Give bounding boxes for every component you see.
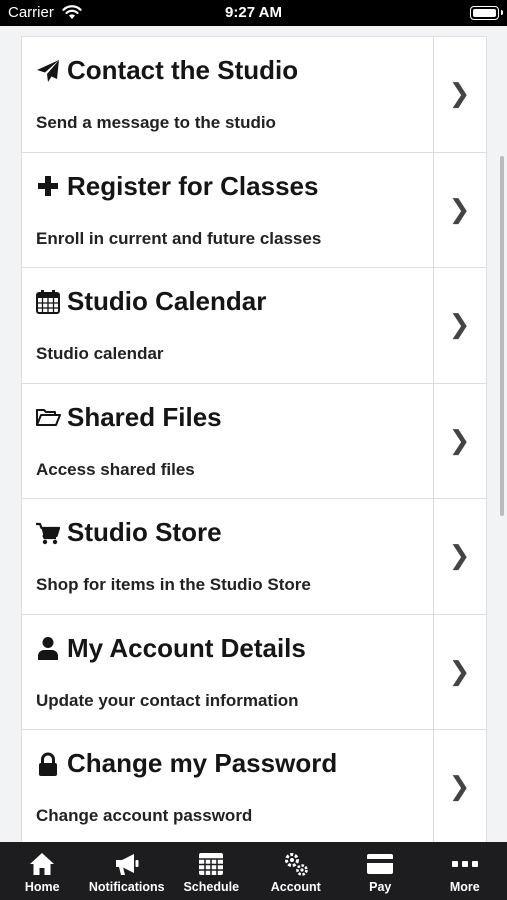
menu-item-studio-calendar[interactable]: Studio Calendar Studio calendar ❯ xyxy=(21,267,487,383)
battery-icon xyxy=(470,6,503,20)
menu-item-title: Contact the Studio xyxy=(67,55,299,85)
tab-label: Account xyxy=(270,880,321,894)
tab-account[interactable]: Account xyxy=(254,842,339,900)
menu-item-register-classes[interactable]: Register for Classes Enroll in current a… xyxy=(21,151,487,268)
menu-item-studio-store[interactable]: Studio Store Shop for items in the Studi… xyxy=(21,498,487,614)
user-icon xyxy=(35,635,61,661)
tab-label: Pay xyxy=(369,880,392,894)
tab-more[interactable]: More xyxy=(423,842,507,900)
tab-label: Home xyxy=(24,880,60,894)
menu-item-title: Change my Password xyxy=(67,748,338,778)
calendar-grid-icon xyxy=(199,853,224,875)
tab-home[interactable]: Home xyxy=(0,842,85,900)
tab-label: Schedule xyxy=(183,880,240,894)
menu-item-title: Studio Calendar xyxy=(67,286,267,316)
chevron-right-icon[interactable]: ❯ xyxy=(433,384,486,499)
tab-label: More xyxy=(449,880,480,894)
menu-item-title: My Account Details xyxy=(67,632,306,663)
lock-icon xyxy=(35,751,61,777)
home-icon xyxy=(30,853,55,875)
chevron-right-icon[interactable]: ❯ xyxy=(433,268,486,383)
main-content: Contact the Studio Send a message to the… xyxy=(0,26,507,842)
menu-item-change-password[interactable]: Change my Password Change account passwo… xyxy=(21,729,487,842)
credit-card-icon xyxy=(367,854,394,874)
tab-bar: Home Notifications Schedule Account Pay xyxy=(0,842,507,900)
chevron-right-icon[interactable]: ❯ xyxy=(433,499,486,614)
ellipsis-icon xyxy=(451,861,478,867)
menu-item-shared-files[interactable]: Shared Files Access shared files ❯ xyxy=(21,382,487,499)
menu-item-title: Register for Classes xyxy=(67,170,319,201)
chevron-right-icon[interactable]: ❯ xyxy=(433,37,486,152)
tab-pay[interactable]: Pay xyxy=(338,842,423,900)
menu-item-title: Shared Files xyxy=(67,401,222,432)
paper-plane-icon xyxy=(35,58,61,84)
menu-item-description: Access shared files xyxy=(36,459,195,479)
menu-item-description: Studio calendar xyxy=(36,344,164,363)
tab-notifications[interactable]: Notifications xyxy=(85,842,170,900)
tab-schedule[interactable]: Schedule xyxy=(169,842,254,900)
menu-item-description: Enroll in current and future classes xyxy=(36,228,322,248)
menu-item-description: Send a message to the studio xyxy=(36,113,276,132)
menu-item-account-details[interactable]: My Account Details Update your contact i… xyxy=(21,613,487,730)
gears-icon xyxy=(284,853,308,876)
chevron-right-icon[interactable]: ❯ xyxy=(433,730,486,842)
plus-icon xyxy=(35,173,61,199)
calendar-icon xyxy=(35,289,61,315)
clock: 9:27 AM xyxy=(225,4,282,21)
menu-item-description: Update your contact information xyxy=(36,690,299,710)
menu-item-contact-studio[interactable]: Contact the Studio Send a message to the… xyxy=(21,36,487,152)
megaphone-icon xyxy=(115,854,139,875)
shopping-cart-icon xyxy=(35,520,61,546)
menu-item-title: Studio Store xyxy=(67,517,222,547)
chevron-right-icon[interactable]: ❯ xyxy=(433,153,486,268)
menu-item-description: Shop for items in the Studio Store xyxy=(36,575,311,594)
menu-item-description: Change account password xyxy=(36,806,253,825)
chevron-right-icon[interactable]: ❯ xyxy=(433,615,486,730)
status-bar: Carrier 9:27 AM xyxy=(0,0,507,26)
tab-label: Notifications xyxy=(88,880,165,894)
scrollbar[interactable] xyxy=(500,156,504,516)
menu-list: Contact the Studio Send a message to the… xyxy=(21,36,487,842)
folder-open-icon xyxy=(35,404,61,430)
